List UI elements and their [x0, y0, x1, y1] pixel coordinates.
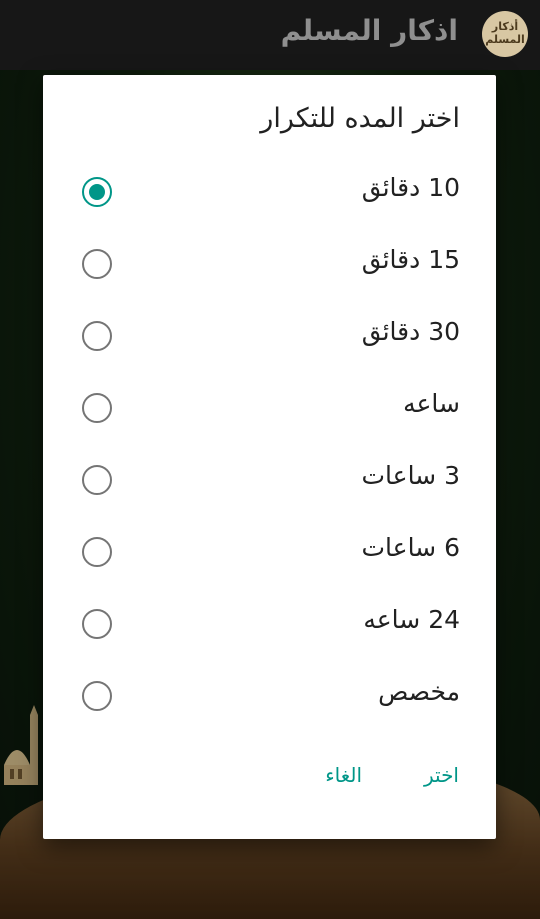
app-logo: أذكار المسلم	[482, 11, 528, 57]
option-3-hours[interactable]: 3 ساعات	[43, 443, 496, 515]
option-1-hour[interactable]: ساعه	[43, 371, 496, 443]
option-label: 3 ساعات	[361, 461, 461, 490]
option-label: 10 دقائق	[361, 173, 460, 202]
option-label: 30 دقائق	[361, 317, 460, 346]
radio-checked-icon[interactable]	[82, 177, 112, 207]
repeat-interval-dialog: اختر المده للتكرار 10 دقائق 15 دقائق 30 …	[43, 75, 496, 839]
app-title: اذكار المسلم	[280, 14, 458, 47]
option-15-minutes[interactable]: 15 دقائق	[43, 227, 496, 299]
choose-button[interactable]: اختر	[424, 763, 459, 787]
option-label: 24 ساعه	[363, 605, 460, 634]
radio-unchecked-icon[interactable]	[82, 393, 112, 423]
option-label: مخصص	[378, 677, 460, 706]
option-label: 15 دقائق	[361, 245, 460, 274]
radio-unchecked-icon[interactable]	[82, 465, 112, 495]
option-24-hours[interactable]: 24 ساعه	[43, 587, 496, 659]
option-6-hours[interactable]: 6 ساعات	[43, 515, 496, 587]
app-bar: أذكار المسلم اذكار المسلم	[0, 0, 540, 70]
radio-unchecked-icon[interactable]	[82, 321, 112, 351]
option-custom[interactable]: مخصص	[43, 659, 496, 731]
radio-unchecked-icon[interactable]	[82, 681, 112, 711]
radio-unchecked-icon[interactable]	[82, 537, 112, 567]
radio-unchecked-icon[interactable]	[82, 249, 112, 279]
option-label: ساعه	[403, 389, 460, 418]
option-label: 6 ساعات	[361, 533, 461, 562]
dialog-title: اختر المده للتكرار	[260, 103, 460, 134]
option-10-minutes[interactable]: 10 دقائق	[43, 155, 496, 227]
option-30-minutes[interactable]: 30 دقائق	[43, 299, 496, 371]
cancel-button[interactable]: الغاء	[325, 763, 362, 787]
radio-unchecked-icon[interactable]	[82, 609, 112, 639]
